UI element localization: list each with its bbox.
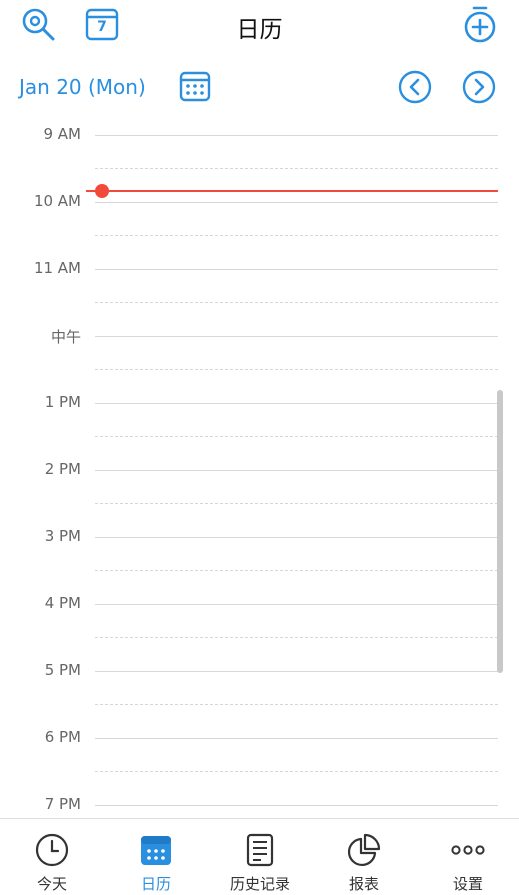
hour-line (95, 604, 498, 605)
hour-line (95, 269, 498, 270)
current-time-line (86, 190, 498, 192)
half-hour-line (95, 503, 498, 504)
hour-label: 5 PM (44, 661, 81, 679)
hour-line (95, 805, 498, 806)
tab-label: 报表 (348, 875, 379, 893)
hour-label: 4 PM (44, 594, 81, 612)
day-timeline[interactable]: 9 AM 10 AM 11 AM 中午 1 PM 2 PM 3 PM 4 PM … (0, 127, 519, 818)
hour-line (95, 135, 498, 136)
add-timer-button[interactable] (462, 5, 498, 43)
hour-line (95, 202, 498, 203)
hour-line (95, 336, 498, 337)
tab-label: 设置 (452, 875, 483, 893)
current-time-dot (95, 184, 109, 198)
timeline-scrollbar[interactable] (497, 390, 503, 673)
calendar-icon (139, 833, 173, 867)
document-list-icon (243, 833, 277, 867)
hour-label: 1 PM (44, 393, 81, 411)
hour-line (95, 537, 498, 538)
half-hour-line (95, 369, 498, 370)
more-icon (451, 833, 485, 867)
pie-chart-icon (347, 833, 381, 867)
hour-label: 7 PM (44, 795, 81, 813)
hour-label: 6 PM (44, 728, 81, 746)
selected-date-label[interactable]: Jan 20 (Mon) (19, 75, 146, 99)
tab-bar: 今天 日历 历史记录 报表 设置 (0, 818, 519, 895)
hour-line (95, 671, 498, 672)
chevron-right-circle-icon (462, 70, 496, 104)
page-title: 日历 (236, 17, 283, 43)
hour-line (95, 403, 498, 404)
stopwatch-add-icon (462, 5, 498, 43)
hour-label: 中午 (50, 328, 81, 346)
half-hour-line (95, 771, 498, 772)
half-hour-line (95, 302, 498, 303)
tab-settings[interactable]: 设置 (416, 819, 519, 895)
tab-reports[interactable]: 报表 (312, 819, 416, 895)
date-picker-button[interactable] (179, 70, 211, 102)
half-hour-line (95, 570, 498, 571)
half-hour-line (95, 704, 498, 705)
next-day-button[interactable] (462, 70, 496, 104)
hour-line (95, 738, 498, 739)
tab-calendar[interactable]: 日历 (104, 819, 208, 895)
hour-label: 10 AM (33, 192, 81, 210)
half-hour-line (95, 235, 498, 236)
half-hour-line (95, 436, 498, 437)
calendar-grid-icon (179, 70, 211, 102)
clock-icon (35, 833, 69, 867)
tab-label: 历史记录 (229, 875, 290, 893)
hour-line (95, 470, 498, 471)
tab-today[interactable]: 今天 (0, 819, 104, 895)
hour-label: 2 PM (44, 460, 81, 478)
hour-label: 11 AM (33, 259, 81, 277)
chevron-left-circle-icon (398, 70, 432, 104)
tab-history[interactable]: 历史记录 (208, 819, 312, 895)
tab-label: 今天 (36, 875, 67, 893)
hour-label: 3 PM (44, 527, 81, 545)
half-hour-line (95, 168, 498, 169)
previous-day-button[interactable] (398, 70, 432, 104)
tab-label: 日历 (140, 875, 171, 893)
hour-label: 9 AM (43, 127, 81, 143)
half-hour-line (95, 637, 498, 638)
